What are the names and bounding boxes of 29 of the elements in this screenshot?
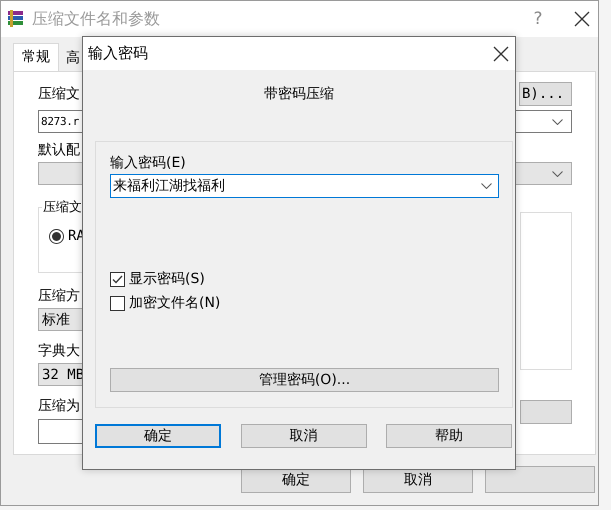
dialog-title: 输入密码: [88, 44, 148, 63]
password-field[interactable]: 来福利江湖找福利: [110, 174, 499, 198]
field-label: 字典大: [38, 342, 80, 360]
checkbox-icon[interactable]: [110, 272, 125, 286]
close-icon[interactable]: [574, 11, 590, 27]
field-label: 压缩方: [38, 287, 80, 305]
manage-passwords-button[interactable]: 管理密码(O)...: [110, 368, 499, 392]
help-button[interactable]: ?: [518, 9, 558, 29]
group-legend: 压缩文: [42, 198, 83, 216]
dialog-button[interactable]: 取消: [240, 424, 366, 448]
dialog-button[interactable]: 帮助: [386, 424, 512, 448]
books-stack-icon: [6, 9, 26, 29]
dialog-heading: 带密码压缩: [264, 85, 334, 103]
radio-icon[interactable]: [49, 228, 64, 244]
dialog-button[interactable]: 确定: [95, 424, 221, 448]
checkbox[interactable]: 显示密码(S): [110, 270, 205, 288]
field-label: 输入密码(E): [110, 154, 187, 172]
checkbox[interactable]: 加密文件名(N): [110, 294, 220, 312]
field-label: 默认配: [38, 141, 80, 159]
browse-button[interactable]: B)...: [519, 82, 572, 106]
window-title: 压缩文件名和参数: [32, 8, 161, 30]
field-label: 压缩为: [38, 397, 80, 415]
dropdown-caret-icon: [552, 170, 563, 176]
dropdown-caret-icon: [552, 118, 563, 124]
tab[interactable]: 常规: [13, 43, 59, 71]
dropdown-caret-icon: [481, 183, 492, 189]
close-icon[interactable]: [493, 46, 509, 62]
field-label: 压缩文: [38, 85, 80, 103]
checkbox-icon[interactable]: [110, 296, 125, 310]
